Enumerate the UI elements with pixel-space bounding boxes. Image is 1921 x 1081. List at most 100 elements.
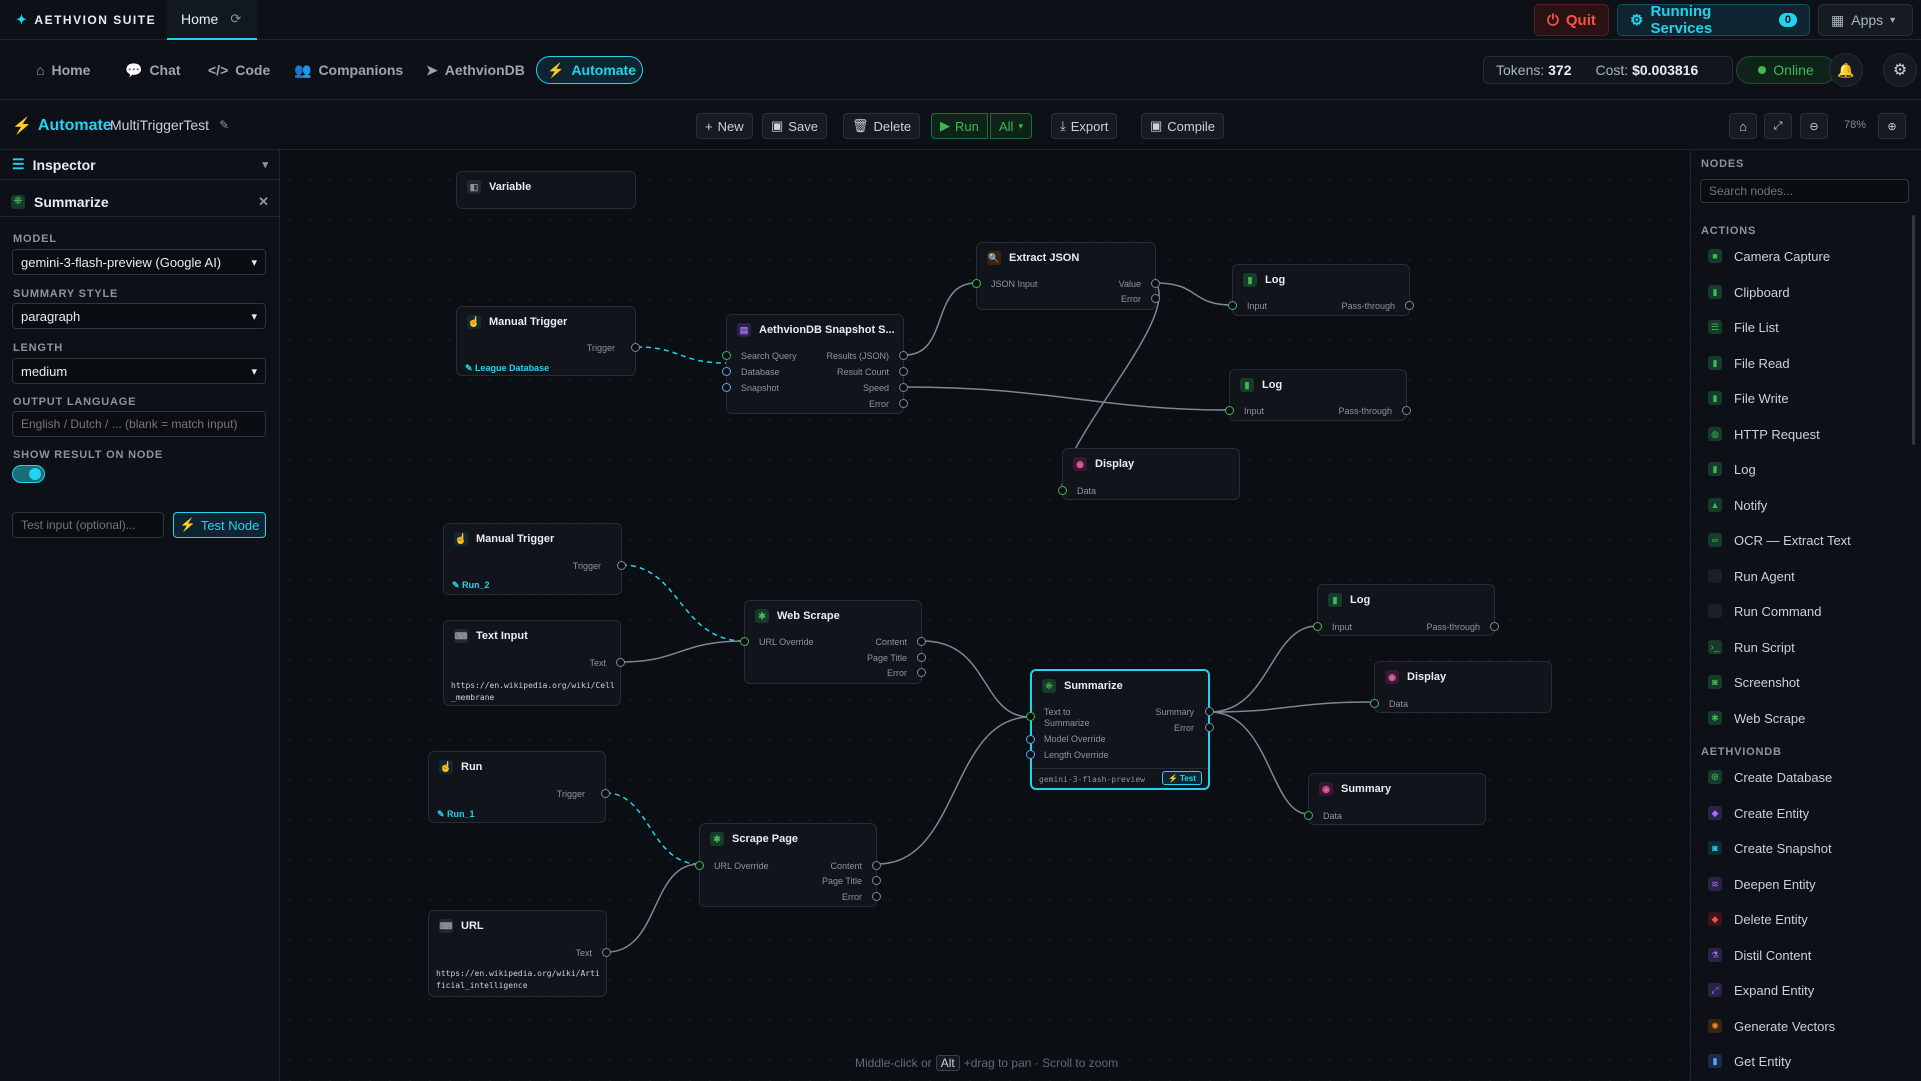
edge-summarize-log3 <box>1209 625 1318 713</box>
palette-item[interactable]: ▮ Clipboard <box>1708 282 1790 302</box>
output-pin[interactable] <box>601 789 610 798</box>
file-icon: ▮ <box>1708 356 1722 370</box>
node-scrape-page[interactable]: ✱ Scrape Page URL Override Content Page T… <box>695 823 881 907</box>
palette-item[interactable]: Run Agent <box>1708 566 1795 586</box>
palette-item[interactable]: ▮ File Write <box>1708 388 1789 408</box>
node-extract-json[interactable]: 🔍 Extract JSON JSON Input Value Error <box>972 242 1160 310</box>
input-pin[interactable] <box>722 367 731 376</box>
output-pin[interactable] <box>1405 301 1414 310</box>
input-pin[interactable] <box>1370 699 1379 708</box>
node-display-2[interactable]: ◉ Display Data <box>1370 661 1552 713</box>
node-manual-trigger-2[interactable]: ☝ Manual Trigger Trigger ✎ Run_2 <box>443 523 626 595</box>
output-pin[interactable] <box>1205 723 1214 732</box>
node-manual-trigger-1[interactable]: ☝ Manual Trigger Trigger ✎ League Databas… <box>456 306 640 376</box>
palette-item[interactable]: ◆ Delete Entity <box>1708 909 1808 929</box>
node-header: ▤ AethvionDB Snapshot S... <box>737 323 895 337</box>
output-pin[interactable] <box>631 343 640 352</box>
palette-item[interactable]: ✺ Generate Vectors <box>1708 1016 1835 1036</box>
port-label: Data <box>1389 699 1409 709</box>
palette-item[interactable]: ◍ HTTP Request <box>1708 424 1820 444</box>
output-pin[interactable] <box>616 658 625 667</box>
input-pin[interactable] <box>1026 712 1035 721</box>
node-title: Display <box>1095 458 1135 470</box>
output-pin[interactable] <box>1205 707 1214 716</box>
palette-item-label: File List <box>1734 319 1779 335</box>
node-log-1[interactable]: ▮ Log Input Pass-through <box>1228 264 1414 316</box>
palette-item[interactable]: ▮ File Read <box>1708 353 1790 373</box>
palette-item[interactable]: ◙ Screenshot <box>1708 672 1800 692</box>
output-pin[interactable] <box>899 383 908 392</box>
output-pin[interactable] <box>872 876 881 885</box>
input-pin[interactable] <box>1026 750 1035 759</box>
palette-item[interactable]: ▲ Notify <box>1708 495 1767 515</box>
node-log-2[interactable]: ▮ Log Input Pass-through <box>1225 369 1411 421</box>
palette-item[interactable]: ▮ Get Entity <box>1708 1051 1791 1071</box>
palette-item[interactable]: ☰ File List <box>1708 317 1779 337</box>
output-pin[interactable] <box>917 637 926 646</box>
palette-item-label: Deepen Entity <box>1734 876 1816 892</box>
input-pin[interactable] <box>1313 622 1322 631</box>
output-pin[interactable] <box>617 561 626 570</box>
palette-item[interactable]: ✱ Web Scrape <box>1708 708 1805 728</box>
eye-icon: ◉ <box>1385 670 1399 684</box>
input-pin[interactable] <box>722 383 731 392</box>
node-search-input[interactable] <box>1700 179 1909 203</box>
input-pin[interactable] <box>1225 406 1234 415</box>
input-pin[interactable] <box>722 351 731 360</box>
output-pin[interactable] <box>602 948 611 957</box>
input-pin[interactable] <box>1304 811 1313 820</box>
palette-item[interactable]: ■ Camera Capture <box>1708 246 1830 266</box>
output-pin[interactable] <box>1151 279 1160 288</box>
output-pin[interactable] <box>1402 406 1411 415</box>
output-pin[interactable] <box>899 351 908 360</box>
palette-item[interactable]: ›_ Run Script <box>1708 637 1795 657</box>
port-label: Pass-through <box>1338 406 1392 416</box>
output-pin[interactable] <box>899 399 908 408</box>
node-web-scrape[interactable]: ✱ Web Scrape URL Override Content Page Ti… <box>740 600 926 684</box>
port-label: Pass-through <box>1341 301 1395 311</box>
palette-item[interactable]: ◆ Create Entity <box>1708 803 1809 823</box>
node-text-input[interactable]: ⌨ Text Input Text https://en.wikipedia.or… <box>443 620 625 706</box>
camera-icon: ◙ <box>1708 675 1722 689</box>
input-pin[interactable] <box>972 279 981 288</box>
port-label: Input <box>1332 622 1353 632</box>
palette-item[interactable]: ∞ OCR — Extract Text <box>1708 530 1851 550</box>
pointer-icon: ☝ <box>454 532 468 546</box>
node-header: ✱ Scrape Page <box>710 832 798 846</box>
palette-item[interactable]: ⚗ Distil Content <box>1708 945 1811 965</box>
port-label: JSON Input <box>991 279 1038 289</box>
input-pin[interactable] <box>1026 735 1035 744</box>
node-test-button[interactable]: ⚡ Test <box>1162 771 1202 785</box>
output-pin[interactable] <box>1151 294 1160 303</box>
palette-item[interactable]: ≋ Deepen Entity <box>1708 874 1816 894</box>
input-pin[interactable] <box>740 637 749 646</box>
node-display-1[interactable]: ◉ Display Data <box>1058 448 1240 500</box>
palette-item[interactable]: ⤢ Expand Entity <box>1708 980 1814 1000</box>
node-test-label: Test <box>1180 773 1196 783</box>
file-icon: ▮ <box>1708 462 1722 476</box>
output-pin[interactable] <box>917 653 926 662</box>
port-label: URL Override <box>714 861 769 871</box>
input-pin[interactable] <box>1058 486 1067 495</box>
node-url[interactable]: ⌨ URL Text https://en.wikipedia.org/wiki/… <box>428 910 611 997</box>
palette-item[interactable]: ◙ Create Snapshot <box>1708 838 1832 858</box>
node-run[interactable]: ☝ Run Trigger ✎ Run_1 <box>428 751 610 823</box>
palette-item[interactable]: Run Command <box>1708 601 1821 621</box>
input-pin[interactable] <box>1228 301 1237 310</box>
palette-item[interactable]: ▮ Log <box>1708 459 1756 479</box>
port-label: Trigger <box>556 789 585 799</box>
output-pin[interactable] <box>872 892 881 901</box>
node-summary[interactable]: ◉ Summary Data <box>1304 773 1486 825</box>
output-pin[interactable] <box>1490 622 1499 631</box>
output-pin[interactable] <box>917 668 926 677</box>
palette-item-label: Clipboard <box>1734 284 1790 300</box>
node-summarize[interactable]: ⁜ Summarize Text to Summarize Model Overr… <box>1026 669 1214 790</box>
palette-item[interactable]: ⊕ Create Database <box>1708 767 1832 787</box>
input-pin[interactable] <box>695 861 704 870</box>
node-variable[interactable]: ◧ Variable <box>456 171 636 209</box>
node-aethviondb-snapshot[interactable]: ▤ AethvionDB Snapshot S... Search Query D… <box>722 314 908 414</box>
scrollbar-thumb[interactable] <box>1912 215 1915 445</box>
output-pin[interactable] <box>872 861 881 870</box>
output-pin[interactable] <box>899 367 908 376</box>
node-log-3[interactable]: ▮ Log Input Pass-through <box>1313 584 1499 636</box>
